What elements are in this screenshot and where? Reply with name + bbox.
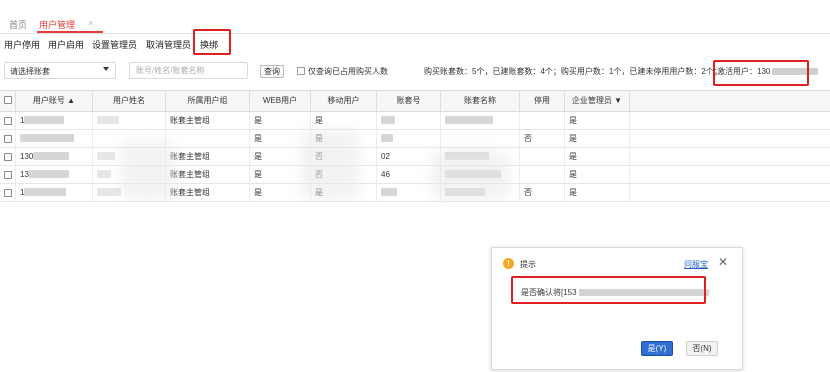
col-user-account[interactable]: 用户账号 ▲ [16, 91, 93, 111]
redacted-text [20, 134, 74, 142]
highlight-box-rebind [193, 29, 231, 55]
row-select-cell [0, 112, 16, 129]
highlight-box-activated-users [713, 60, 809, 86]
blur-overlay [120, 140, 175, 200]
yes-button[interactable]: 是(Y) [641, 341, 673, 356]
row-checkbox[interactable] [4, 117, 12, 125]
redacted-text [381, 134, 393, 142]
cell-stop [520, 166, 565, 183]
active-tab-indicator [37, 31, 103, 33]
col-enterprise-admin[interactable]: 企业管理员 ▼ [565, 91, 630, 111]
enable-user-button[interactable]: 用户启用 [48, 38, 84, 51]
cell-admin: 是 [565, 166, 630, 183]
redacted-text [24, 116, 65, 124]
cell-book-no [377, 130, 441, 147]
cell-stop: 否 [520, 130, 565, 147]
set-admin-button[interactable]: 设置管理员 [92, 38, 137, 51]
cell-account [16, 130, 93, 147]
warning-icon: ! [503, 258, 514, 269]
col-disabled[interactable]: 停用 [520, 91, 565, 111]
dialog-header: ! 提示 问服宝 ✕ [492, 248, 742, 276]
redacted-text [97, 188, 121, 196]
query-button[interactable]: 查询 [260, 65, 284, 78]
row-checkbox[interactable] [4, 189, 12, 197]
disable-user-button[interactable]: 用户停用 [4, 38, 40, 51]
col-account-set-no[interactable]: 账套号 [377, 91, 441, 111]
toolbar: 用户停用 用户启用 设置管理员 取消管理员 换绑 [0, 38, 830, 52]
dialog-title: 提示 [520, 260, 536, 269]
redacted-text [97, 116, 119, 124]
row-select-cell [0, 148, 16, 165]
cell-account: 130 [16, 148, 93, 165]
search-input[interactable] [129, 62, 248, 79]
select-all-checkbox[interactable] [4, 96, 12, 104]
row-select-cell [0, 166, 16, 183]
cell-account: 1 [16, 184, 93, 201]
col-web-user[interactable]: WEB用户 [250, 91, 311, 111]
cell-stop [520, 148, 565, 165]
cell-admin: 是 [565, 130, 630, 147]
no-button[interactable]: 否(N) [686, 341, 718, 356]
select-all-cell [0, 91, 16, 111]
cell-mobile: 是 [311, 112, 377, 129]
cell-group: 账套主管组 [166, 112, 250, 129]
cell-stop [520, 112, 565, 129]
cell-group: 账套主管组 [166, 184, 250, 201]
redacted-text [381, 188, 397, 196]
tab-user-management[interactable]: 用户管理 [39, 18, 75, 31]
table-header: 用户账号 ▲ 用户姓名 所属用户组 WEB用户 移动用户 账套号 账套名称 停用… [0, 90, 830, 112]
cell-account: 1 [16, 112, 93, 129]
redacted-text [97, 170, 111, 178]
cell-group: 账套主管组 [166, 166, 250, 183]
table-row[interactable]: 1 账套主管组 是 是 是 [0, 112, 830, 130]
tab-home[interactable]: 首页 [9, 18, 27, 31]
cell-account-text: 13 [20, 170, 29, 179]
cell-admin: 是 [565, 184, 630, 201]
only-occupied-checkbox[interactable] [297, 67, 305, 75]
confirm-dialog: ! 提示 问服宝 ✕ 是否确认将[153 是(Y) 否(N) [491, 247, 743, 370]
blur-overlay [430, 150, 510, 200]
row-select-cell [0, 184, 16, 201]
cell-account-text: 130 [20, 152, 34, 161]
row-checkbox[interactable] [4, 135, 12, 143]
redacted-text [97, 152, 115, 160]
col-user-group[interactable]: 所属用户组 [166, 91, 250, 111]
cell-admin: 是 [565, 148, 630, 165]
redacted-text [445, 116, 493, 124]
cell-name [93, 112, 166, 129]
help-link[interactable]: 问服宝 [684, 259, 708, 270]
chevron-down-icon [103, 67, 109, 71]
cell-book-no [377, 112, 441, 129]
cell-account: 13 [16, 166, 93, 183]
only-occupied-filter[interactable]: 仅查询已占用购买人数 [297, 66, 388, 77]
redacted-text [24, 188, 67, 196]
cell-book-name [441, 112, 520, 129]
account-set-select[interactable]: 请选择账套 [4, 62, 116, 79]
only-occupied-label: 仅查询已占用购买人数 [308, 67, 388, 76]
cell-stop: 否 [520, 184, 565, 201]
tab-bar: 首页 用户管理 × [0, 12, 830, 34]
cell-book-name [441, 130, 520, 147]
row-select-cell [0, 130, 16, 147]
cancel-admin-button[interactable]: 取消管理员 [146, 38, 191, 51]
redacted-text [28, 170, 69, 178]
blur-overlay [300, 130, 360, 200]
cell-admin: 是 [565, 112, 630, 129]
tab-close-icon[interactable]: × [88, 18, 93, 28]
col-user-name[interactable]: 用户姓名 [93, 91, 166, 111]
cell-group [166, 130, 250, 147]
cell-web: 是 [250, 112, 311, 129]
row-checkbox[interactable] [4, 171, 12, 179]
filter-bar: 请选择账套 查询 仅查询已占用购买人数 购买账套数：5个，已建账套数：4个；购买… [0, 60, 830, 82]
redacted-text [33, 152, 70, 160]
row-checkbox[interactable] [4, 153, 12, 161]
close-icon[interactable]: ✕ [718, 255, 728, 269]
redacted-text [381, 116, 395, 124]
col-mobile-user[interactable]: 移动用户 [311, 91, 377, 111]
account-set-select-value: 请选择账套 [10, 67, 50, 76]
purchase-stats: 购买账套数：5个，已建账套数：4个；购买用户数：1个，已建未停用用户数：2个； [424, 67, 722, 76]
highlight-box-dialog-message [511, 276, 706, 304]
cell-group: 账套主管组 [166, 148, 250, 165]
col-account-set-name[interactable]: 账套名称 [441, 91, 520, 111]
